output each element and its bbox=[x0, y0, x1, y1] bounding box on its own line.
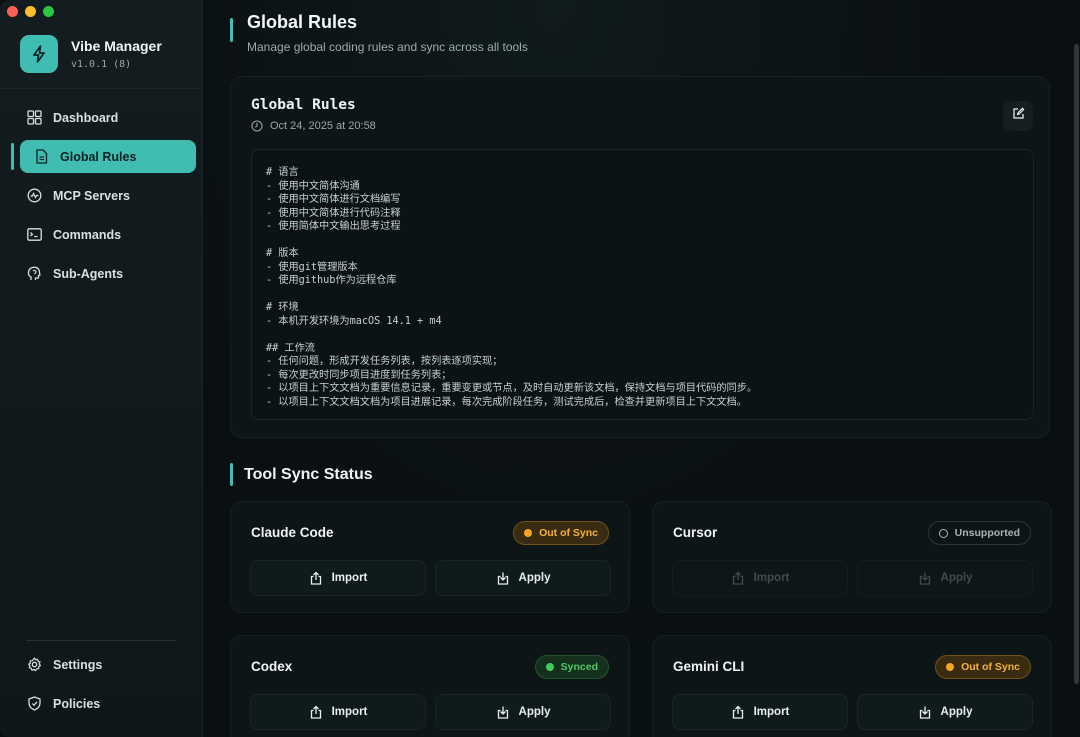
button-label: Import bbox=[331, 706, 368, 718]
main-content: Global Rules Manage global coding rules … bbox=[204, 0, 1080, 737]
accent-bar bbox=[230, 463, 233, 486]
status-dot-icon bbox=[524, 529, 533, 537]
apply-button[interactable]: Apply bbox=[435, 560, 611, 596]
status-ring-icon bbox=[938, 528, 948, 538]
sidebar-item-dashboard[interactable]: Dashboard bbox=[20, 101, 196, 134]
sidebar-item-mcp-servers[interactable]: MCP Servers bbox=[20, 179, 196, 212]
status-badge: Unsupported bbox=[927, 521, 1031, 545]
document-icon bbox=[33, 149, 49, 165]
sidebar-item-label: Commands bbox=[53, 227, 122, 242]
status-badge: Out of Sync bbox=[513, 521, 609, 545]
server-pulse-icon bbox=[26, 188, 42, 204]
tool-card-claude-code: Claude Code Out of Sync Import Apply bbox=[230, 501, 630, 613]
apply-button[interactable]: Apply bbox=[857, 694, 1033, 730]
rules-content-viewer[interactable]: # 语言 - 使用中文简体沟通 - 使用中文简体进行文档编写 - 使用中文简体进… bbox=[251, 149, 1034, 420]
tool-name: Gemini CLI bbox=[673, 659, 745, 674]
app-name: Vibe Manager bbox=[71, 38, 162, 54]
agent-head-icon bbox=[26, 266, 42, 282]
divider bbox=[0, 88, 202, 89]
status-badge: Out of Sync bbox=[935, 655, 1031, 679]
sidebar-item-policies[interactable]: Policies bbox=[20, 687, 196, 720]
main-scrollbar[interactable] bbox=[1074, 44, 1079, 684]
import-button[interactable]: Import bbox=[250, 560, 426, 596]
sidebar-item-label: Policies bbox=[53, 696, 101, 711]
sidebar-item-label: Dashboard bbox=[53, 110, 119, 125]
page-header: Global Rules Manage global coding rules … bbox=[230, 12, 528, 54]
upload-icon bbox=[731, 705, 745, 719]
sidebar-item-label: Settings bbox=[53, 657, 103, 672]
zoom-window-button[interactable] bbox=[43, 6, 54, 17]
sidebar-item-sub-agents[interactable]: Sub-Agents bbox=[20, 257, 196, 290]
status-badge: Synced bbox=[534, 655, 609, 679]
apply-button[interactable]: Apply bbox=[435, 694, 611, 730]
gear-icon bbox=[26, 657, 42, 673]
tool-name: Claude Code bbox=[251, 525, 334, 540]
download-icon bbox=[918, 705, 932, 719]
edit-icon bbox=[1012, 107, 1025, 125]
download-icon bbox=[918, 571, 932, 585]
sidebar-item-commands[interactable]: Commands bbox=[20, 218, 196, 251]
sync-section-title: Tool Sync Status bbox=[244, 466, 373, 483]
sidebar-item-label: Global Rules bbox=[60, 149, 137, 164]
minimize-window-button[interactable] bbox=[25, 6, 36, 17]
accent-bar bbox=[230, 18, 233, 42]
sidebar: Vibe Manager v1.0.1 (8) Dashboard Global… bbox=[0, 0, 203, 737]
window-controls bbox=[7, 6, 54, 17]
app-version: v1.0.1 (8) bbox=[71, 59, 132, 70]
global-rules-card: Global Rules Oct 24, 2025 at 20:58 # 语言 … bbox=[230, 76, 1050, 438]
button-label: Apply bbox=[518, 706, 551, 718]
upload-icon bbox=[731, 571, 745, 585]
status-dot-icon bbox=[545, 663, 554, 671]
sidebar-item-label: MCP Servers bbox=[53, 188, 130, 203]
status-dot-icon bbox=[946, 663, 955, 671]
status-text: Synced bbox=[560, 661, 598, 673]
divider bbox=[26, 640, 176, 641]
button-label: Import bbox=[331, 572, 368, 584]
close-window-button[interactable] bbox=[7, 6, 18, 17]
button-label: Import bbox=[753, 706, 790, 718]
import-button: Import bbox=[672, 560, 848, 596]
terminal-icon bbox=[26, 227, 42, 243]
button-label: Apply bbox=[518, 572, 551, 584]
dashboard-grid-icon bbox=[26, 110, 42, 126]
page-subtitle: Manage global coding rules and sync acro… bbox=[247, 40, 528, 54]
app-window: Vibe Manager v1.0.1 (8) Dashboard Global… bbox=[0, 0, 1080, 737]
rules-title: Global Rules bbox=[251, 97, 356, 113]
shield-icon bbox=[26, 696, 42, 712]
download-icon bbox=[496, 705, 510, 719]
status-text: Out of Sync bbox=[961, 661, 1020, 673]
edit-rules-button[interactable] bbox=[1003, 101, 1033, 131]
sync-section-header: Tool Sync Status bbox=[230, 463, 373, 486]
download-icon bbox=[496, 571, 510, 585]
sidebar-bottom-nav: Settings Policies bbox=[0, 648, 203, 726]
tool-name: Codex bbox=[251, 659, 293, 674]
rules-date: Oct 24, 2025 at 20:58 bbox=[270, 120, 376, 132]
brand: Vibe Manager v1.0.1 (8) bbox=[20, 35, 162, 73]
page-title: Global Rules bbox=[247, 12, 358, 32]
sidebar-item-global-rules[interactable]: Global Rules bbox=[11, 140, 196, 173]
status-text: Out of Sync bbox=[539, 527, 598, 539]
upload-icon bbox=[309, 705, 323, 719]
upload-icon bbox=[309, 571, 323, 585]
rules-timestamp: Oct 24, 2025 at 20:58 bbox=[251, 120, 376, 132]
sidebar-nav: Dashboard Global Rules MCP Servers Comma… bbox=[0, 101, 203, 296]
tool-name: Cursor bbox=[673, 525, 718, 540]
sidebar-item-settings[interactable]: Settings bbox=[20, 648, 196, 681]
status-text: Unsupported bbox=[954, 527, 1020, 539]
scrollbar-thumb[interactable] bbox=[1074, 44, 1079, 684]
lightning-icon bbox=[20, 35, 58, 73]
rules-content: # 语言 - 使用中文简体沟通 - 使用中文简体进行文档编写 - 使用中文简体进… bbox=[266, 167, 758, 408]
import-button[interactable]: Import bbox=[250, 694, 426, 730]
import-button[interactable]: Import bbox=[672, 694, 848, 730]
button-label: Apply bbox=[940, 572, 973, 584]
apply-button: Apply bbox=[857, 560, 1033, 596]
button-label: Import bbox=[753, 572, 790, 584]
button-label: Apply bbox=[940, 706, 973, 718]
clock-icon bbox=[251, 120, 263, 132]
tool-card-codex: Codex Synced Import Apply bbox=[230, 635, 630, 737]
sidebar-item-label: Sub-Agents bbox=[53, 266, 124, 281]
tool-card-gemini-cli: Gemini CLI Out of Sync Import Apply bbox=[652, 635, 1052, 737]
tool-card-cursor: Cursor Unsupported Import Apply bbox=[652, 501, 1052, 613]
